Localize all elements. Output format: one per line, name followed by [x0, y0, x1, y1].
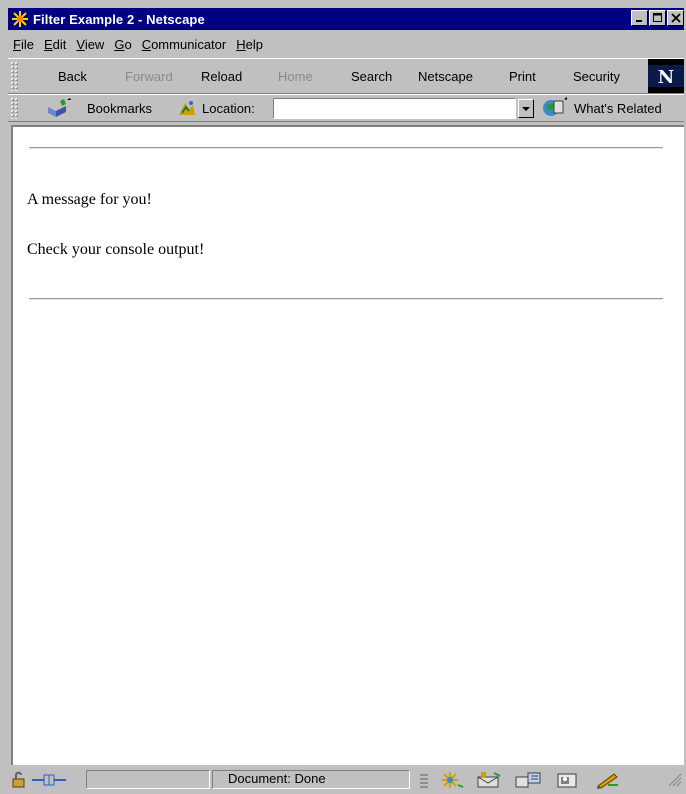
- reload-button[interactable]: Reload: [201, 69, 242, 84]
- toolbar-grip[interactable]: [10, 61, 18, 91]
- security-button[interactable]: Security: [573, 69, 620, 84]
- mail-icon[interactable]: [476, 771, 504, 789]
- progress-bar: [86, 770, 210, 789]
- menu-file[interactable]: File: [8, 37, 39, 52]
- location-toolbar: Bookmarks Location: What's Related: [8, 94, 684, 122]
- security-lock-icon[interactable]: [10, 771, 28, 789]
- component-bar-grip-icon[interactable]: [418, 771, 430, 789]
- home-button[interactable]: Home: [278, 69, 313, 84]
- status-bar: Document: Done: [8, 767, 684, 792]
- location-icon[interactable]: [177, 99, 197, 117]
- print-button[interactable]: Print: [509, 69, 536, 84]
- location-input[interactable]: [273, 98, 516, 119]
- navigation-toolbar: Back Forward Reload Home Search Netscape…: [8, 58, 684, 94]
- maximize-button[interactable]: [649, 10, 666, 26]
- menu-help[interactable]: Help: [231, 37, 268, 52]
- window-title: Filter Example 2 - Netscape: [33, 11, 205, 27]
- back-button[interactable]: Back: [58, 69, 87, 84]
- netscape-throbber-logo[interactable]: N: [648, 59, 684, 93]
- title-bar[interactable]: Filter Example 2 - Netscape: [8, 8, 684, 30]
- horizontal-rule: [29, 147, 663, 149]
- message-text: A message for you!: [27, 191, 152, 208]
- resize-grip-icon[interactable]: [668, 771, 682, 789]
- menu-bar: File Edit View Go Communicator Help: [8, 33, 684, 55]
- minimize-button[interactable]: [631, 10, 648, 26]
- bookmarks-icon[interactable]: [46, 98, 76, 118]
- close-button[interactable]: [667, 10, 684, 26]
- connection-status-icon[interactable]: [32, 771, 66, 789]
- toolbar-grip[interactable]: [10, 97, 18, 119]
- menu-communicator[interactable]: Communicator: [137, 37, 232, 52]
- menu-edit[interactable]: Edit: [39, 37, 71, 52]
- bookmarks-button[interactable]: Bookmarks: [87, 101, 152, 116]
- location-dropdown-button[interactable]: [518, 99, 534, 118]
- composer-icon[interactable]: [594, 771, 622, 789]
- page-content[interactable]: A message for you! Check your console ou…: [11, 125, 684, 765]
- browser-window: Filter Example 2 - Netscape File Edit Vi…: [0, 0, 686, 794]
- menu-go[interactable]: Go: [109, 37, 136, 52]
- whats-related-icon[interactable]: [540, 97, 568, 119]
- console-instruction-text: Check your console output!: [27, 241, 205, 258]
- forward-button[interactable]: Forward: [125, 69, 173, 84]
- svg-text:N: N: [658, 67, 674, 88]
- newsgroups-icon[interactable]: [514, 771, 544, 789]
- location-label: Location:: [202, 101, 255, 116]
- horizontal-rule: [29, 298, 663, 300]
- navigator-icon[interactable]: [438, 771, 464, 789]
- netscape-button[interactable]: Netscape: [418, 69, 473, 84]
- menu-view[interactable]: View: [71, 37, 109, 52]
- whats-related-button[interactable]: What's Related: [574, 101, 662, 116]
- address-book-icon[interactable]: [555, 771, 581, 789]
- search-button[interactable]: Search: [351, 69, 392, 84]
- netscape-app-icon[interactable]: [11, 10, 29, 28]
- status-text: Document: Done: [228, 771, 326, 786]
